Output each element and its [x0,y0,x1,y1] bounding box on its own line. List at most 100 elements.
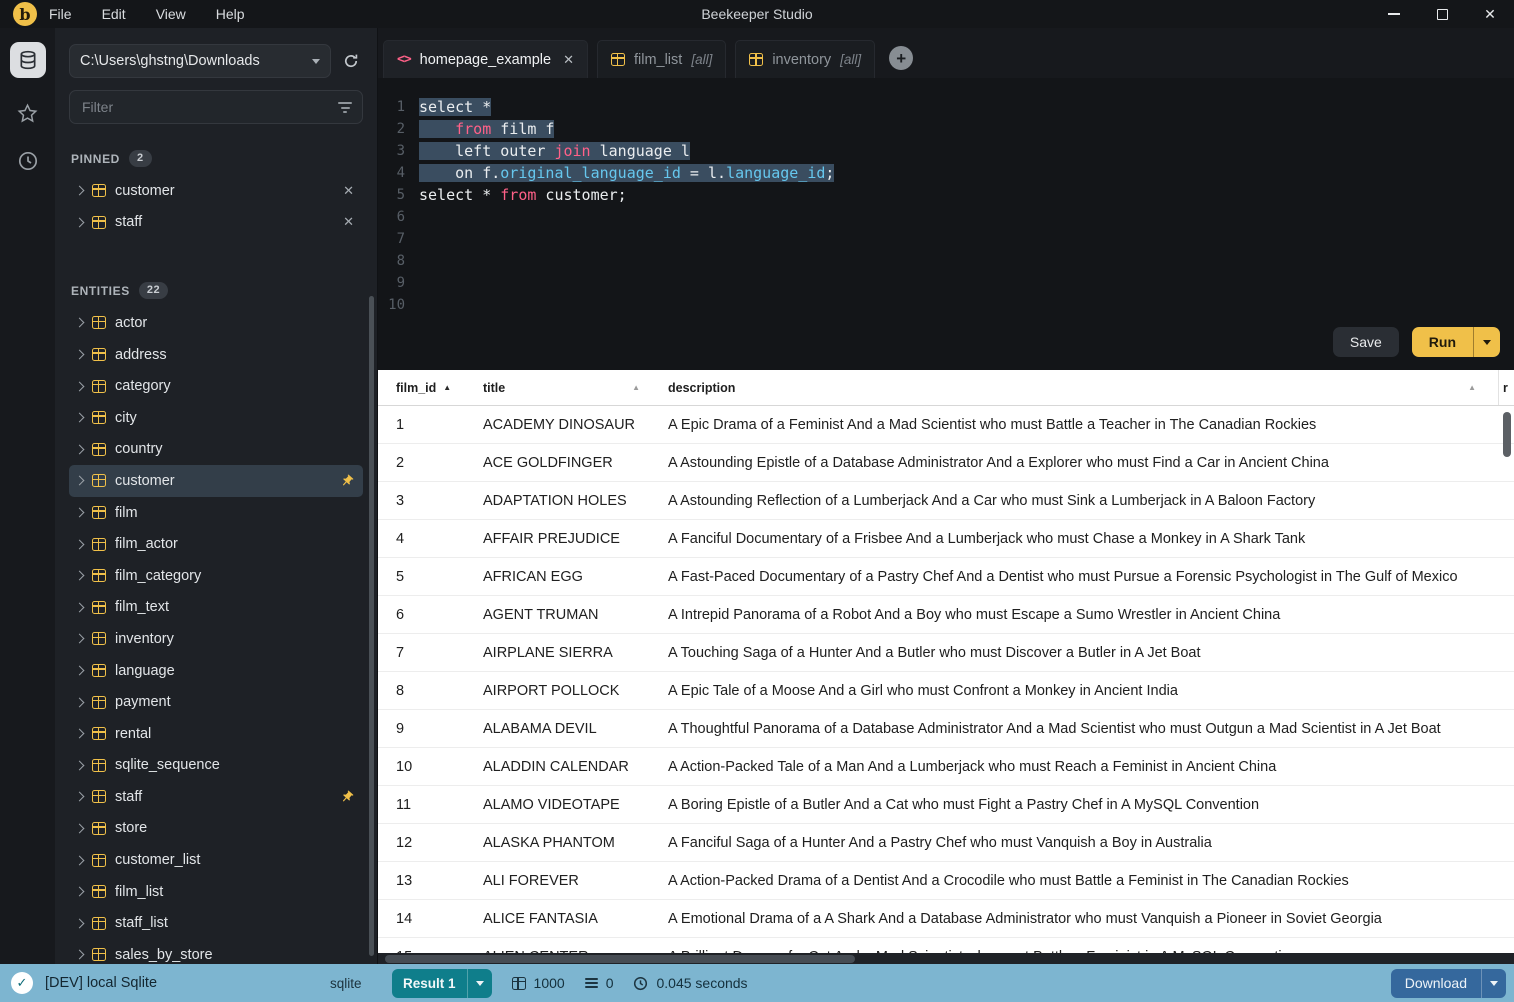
code-line[interactable]: 3 left outer join language l [378,140,1514,162]
sidebar-item-film_text[interactable]: film_text [69,592,363,624]
run-options-button[interactable] [1473,327,1500,357]
connection-status[interactable]: [DEV] local Sqlite [45,975,157,991]
chevron-right-icon[interactable] [74,918,85,929]
chevron-right-icon[interactable] [74,855,85,866]
pin-icon[interactable] [337,471,357,491]
chevron-right-icon[interactable] [74,318,85,328]
download-dropdown-caret[interactable] [1482,969,1506,998]
menu-edit[interactable]: Edit [102,6,126,22]
menu-file[interactable]: File [49,6,72,22]
table-row[interactable]: 2 ACE GOLDFINGER A Astounding Epistle of… [378,444,1514,482]
code-line[interactable]: 8 [378,250,1514,272]
column-header-title[interactable]: title ▲ [465,381,650,395]
horizontal-scrollbar-thumb[interactable] [385,954,855,963]
horizontal-scrollbar-track[interactable] [378,953,1514,964]
chevron-right-icon[interactable] [74,217,85,228]
sidebar-item-film_category[interactable]: film_category [69,560,363,592]
code-line[interactable]: 10 [378,294,1514,316]
code-line[interactable]: 4 on f.original_language_id = l.language… [378,162,1514,184]
chevron-right-icon[interactable] [74,602,85,613]
favorites-button[interactable] [15,100,41,126]
column-header-film-id[interactable]: film_id ▲ [378,381,465,395]
sort-asc-icon[interactable]: ▲ [443,383,451,392]
sidebar-item-customer_list[interactable]: customer_list [69,844,363,876]
code-line[interactable]: 6 [378,206,1514,228]
refresh-button[interactable] [339,49,363,73]
sidebar-item-sqlite_sequence[interactable]: sqlite_sequence [69,750,363,782]
column-header-partial[interactable]: r [1498,370,1514,405]
table-row[interactable]: 7 AIRPLANE SIERRA A Touching Saga of a H… [378,634,1514,672]
sidebar-item-customer[interactable]: customer ✕ [69,175,363,207]
chevron-right-icon[interactable] [74,633,85,644]
close-button[interactable]: ✕ [1466,0,1514,28]
sort-icon[interactable]: ▲ [1468,383,1476,392]
result-selector-button[interactable]: Result 1 [392,968,492,998]
sidebar-item-actor[interactable]: actor [69,307,363,339]
table-row[interactable]: 1 ACADEMY DINOSAUR A Epic Drama of a Fem… [378,406,1514,444]
sidebar-item-customer[interactable]: customer [69,465,363,497]
sidebar-item-film_actor[interactable]: film_actor [69,528,363,560]
new-tab-button[interactable]: + [889,46,914,70]
connection-selector[interactable]: C:\Users\ghstng\Downloads [69,44,331,78]
tab-inventory[interactable]: inventory [all] [735,40,876,78]
sidebar-item-rental[interactable]: rental [69,718,363,750]
chevron-right-icon[interactable] [74,791,85,802]
chevron-right-icon[interactable] [74,349,85,360]
code-line[interactable]: 9 [378,272,1514,294]
chevron-right-icon[interactable] [74,185,85,196]
menu-view[interactable]: View [156,6,186,22]
sidebar-item-film[interactable]: film [69,497,363,529]
chevron-right-icon[interactable] [74,949,85,960]
vertical-scrollbar[interactable] [1503,412,1511,457]
table-row[interactable]: 9 ALABAMA DEVIL A Thoughtful Panorama of… [378,710,1514,748]
chevron-right-icon[interactable] [74,507,85,518]
history-button[interactable] [15,148,41,174]
table-row[interactable]: 14 ALICE FANTASIA A Emotional Drama of a… [378,900,1514,938]
chevron-right-icon[interactable] [74,665,85,676]
sidebar-item-category[interactable]: category [69,370,363,402]
chevron-right-icon[interactable] [74,412,85,423]
chevron-right-icon[interactable] [74,823,85,834]
table-row[interactable]: 3 ADAPTATION HOLES A Astounding Reflecti… [378,482,1514,520]
tab-film_list[interactable]: film_list [all] [596,40,727,78]
run-button[interactable]: Run [1411,327,1473,357]
chevron-right-icon[interactable] [74,539,85,550]
sidebar-item-country[interactable]: country [69,434,363,466]
sidebar-scrollbar[interactable] [369,296,374,956]
table-row[interactable]: 11 ALAMO VIDEOTAPE A Boring Epistle of a… [378,786,1514,824]
table-row[interactable]: 13 ALI FOREVER A Action-Packed Drama of … [378,862,1514,900]
chevron-right-icon[interactable] [74,728,85,739]
menu-help[interactable]: Help [216,6,245,22]
result-dropdown-caret[interactable] [468,969,492,998]
table-row[interactable]: 12 ALASKA PHANTOM A Fanciful Saga of a H… [378,824,1514,862]
sidebar-item-staff[interactable]: staff [69,781,363,813]
code-line[interactable]: 2 from film f [378,118,1514,140]
sidebar-item-staff_list[interactable]: staff_list [69,907,363,939]
sidebar-item-payment[interactable]: payment [69,686,363,718]
save-button[interactable]: Save [1332,327,1399,357]
sort-icon[interactable]: ▲ [632,383,640,392]
code-line[interactable]: 1 select * [378,96,1514,118]
unpin-close-icon[interactable]: ✕ [343,214,354,230]
code-line[interactable]: 7 [378,228,1514,250]
sidebar-item-film_list[interactable]: film_list [69,876,363,908]
table-row[interactable]: 8 AIRPORT POLLOCK A Epic Tale of a Moose… [378,672,1514,710]
code-line[interactable]: 5 select * from customer; [378,184,1514,206]
unpin-close-icon[interactable]: ✕ [343,183,354,199]
sidebar-item-inventory[interactable]: inventory [69,623,363,655]
chevron-right-icon[interactable] [74,697,85,708]
sidebar-item-store[interactable]: store [69,813,363,845]
table-row[interactable]: 6 AGENT TRUMAN A Intrepid Panorama of a … [378,596,1514,634]
filter-icon[interactable] [338,102,352,113]
chevron-right-icon[interactable] [74,476,85,486]
table-row[interactable]: 10 ALADDIN CALENDAR A Action-Packed Tale… [378,748,1514,786]
maximize-button[interactable] [1418,0,1466,28]
chevron-right-icon[interactable] [74,381,85,392]
minimize-button[interactable] [1370,0,1418,28]
sidebar-item-sales_by_store[interactable]: sales_by_store [69,939,363,964]
sidebar-item-staff[interactable]: staff ✕ [69,207,363,239]
tab-homepage_example[interactable]: <> homepage_example ✕ [383,40,588,78]
column-header-description[interactable]: description ▲ [650,381,1498,395]
chevron-right-icon[interactable] [74,570,85,581]
table-row[interactable]: 4 AFFAIR PREJUDICE A Fanciful Documentar… [378,520,1514,558]
